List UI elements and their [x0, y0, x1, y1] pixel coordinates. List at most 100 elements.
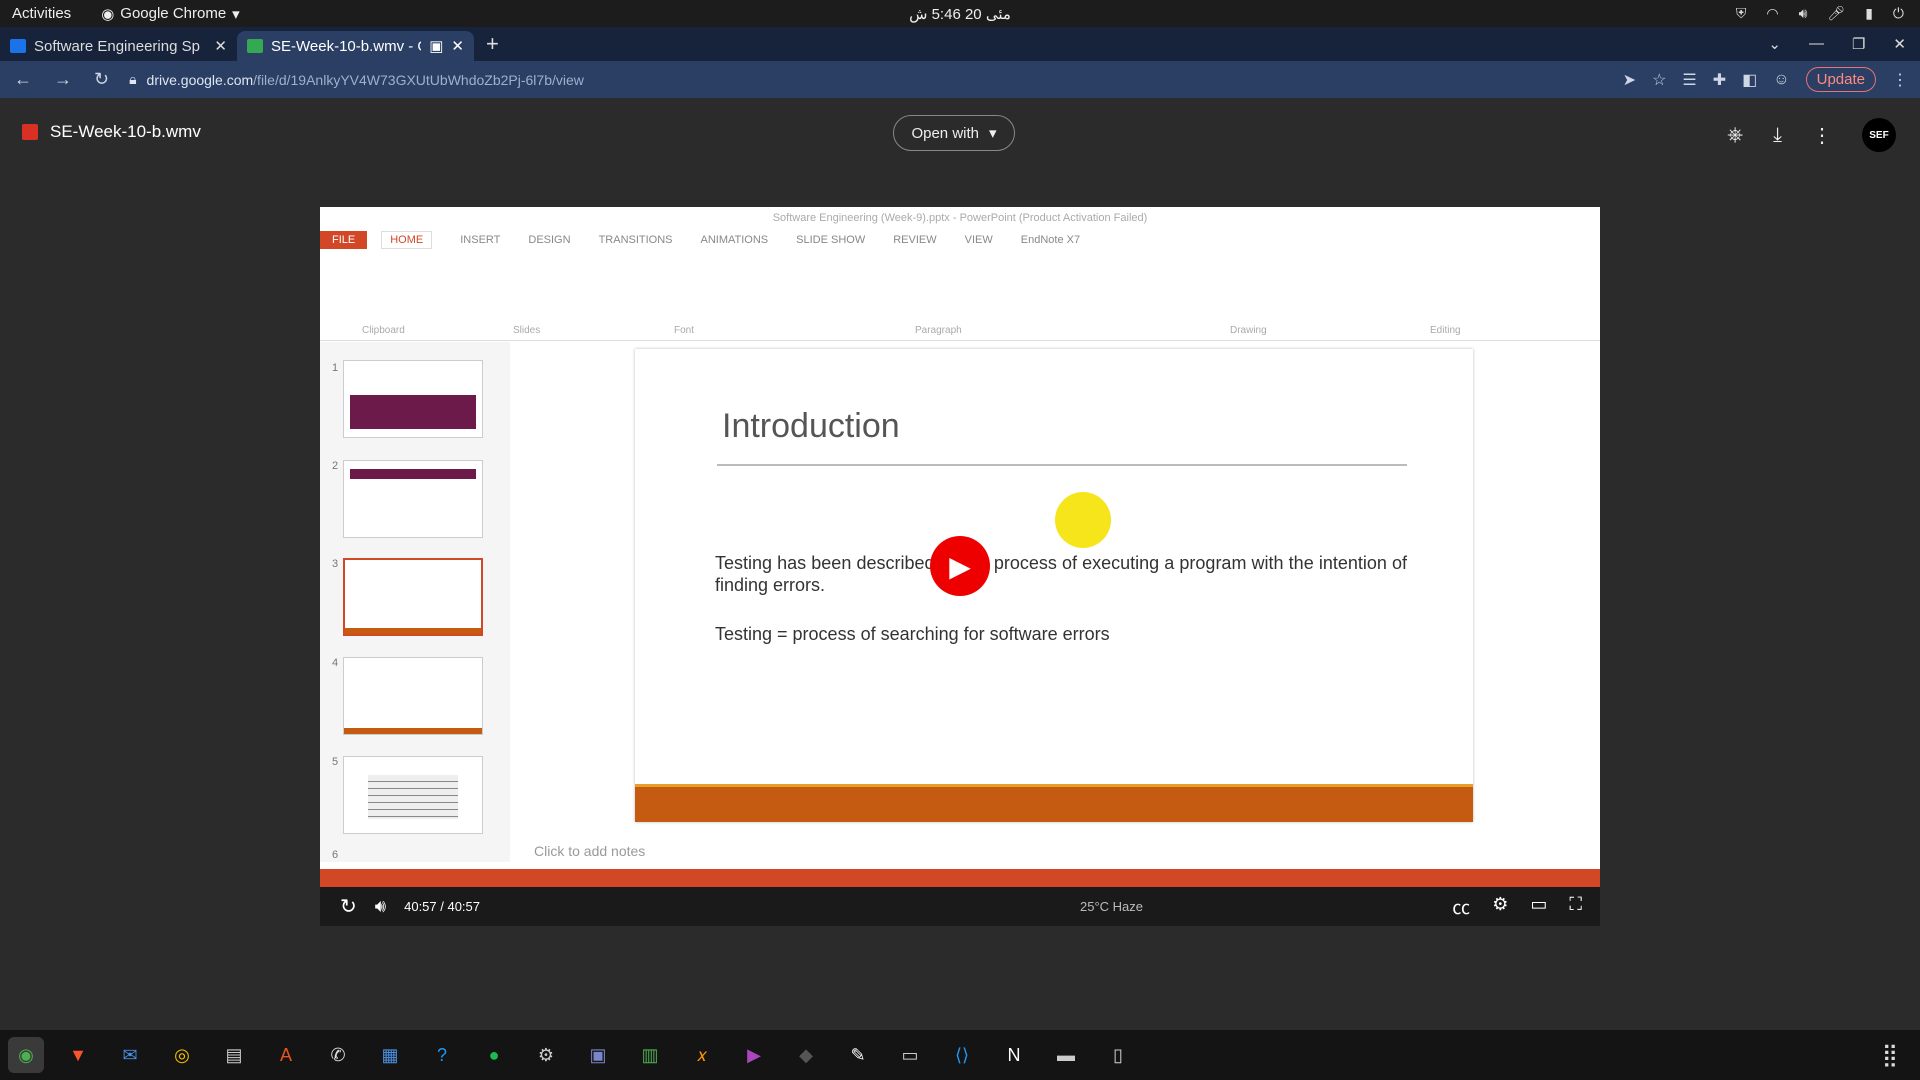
power-icon: ⏻: [1892, 5, 1904, 21]
add-to-drive-icon[interactable]: ⎈: [1727, 124, 1743, 147]
tab-software-engineering[interactable]: Software Engineering Sp ✕: [0, 31, 237, 61]
drive-icon: [247, 39, 263, 53]
vscode-icon[interactable]: ⟨⟩: [944, 1037, 980, 1073]
activities-button[interactable]: Activities: [12, 5, 71, 22]
app-grid-icon[interactable]: ⣿: [1882, 1042, 1898, 1068]
slide-body-text: Testing has been described as the proces…: [715, 553, 1407, 595]
close-icon[interactable]: ✕: [1893, 35, 1906, 53]
chrome-icon: ◉: [101, 5, 115, 23]
browser-tabstrip: Software Engineering Sp ✕ SE-Week-10-b.w…: [0, 27, 1920, 61]
wifi-icon: ◠: [1766, 5, 1779, 21]
software-center-icon[interactable]: A: [268, 1037, 304, 1073]
player-time: 40:57 / 40:57: [404, 899, 481, 914]
thunderbird-icon[interactable]: ✉: [112, 1037, 148, 1073]
volume-icon[interactable]: 🔊︎: [375, 896, 386, 917]
chevron-down-icon: ▾: [989, 125, 997, 142]
scanner-icon[interactable]: ▭: [892, 1037, 928, 1073]
play-button[interactable]: ▶: [930, 536, 990, 596]
replay-icon[interactable]: ↻: [340, 894, 357, 919]
send-icon[interactable]: ➤: [1623, 70, 1636, 90]
app-icon[interactable]: ◆: [788, 1037, 824, 1073]
chevron-down-icon[interactable]: ⌄: [1768, 35, 1781, 53]
star-icon[interactable]: ☆: [1652, 70, 1666, 90]
weather-label: 25°C Haze: [1080, 899, 1144, 914]
slide-canvas: Introduction Testing has been described …: [635, 349, 1473, 822]
rhythmbox-icon[interactable]: ◎: [164, 1037, 200, 1073]
spotify-icon[interactable]: ●: [476, 1037, 512, 1073]
forward-icon[interactable]: →: [54, 69, 72, 90]
restore-icon[interactable]: ❐: [1852, 35, 1865, 53]
ppt-ribbon: Clipboard Slides Font Paragraph Drawing …: [320, 251, 1600, 341]
url-path: /file/d/19AnlkyYV4W73GXUtUbWhdoZb2Pj-6l7…: [253, 71, 584, 88]
system-topbar: Activities ◉ Google Chrome ▾ مئى 20 5:46…: [0, 0, 1920, 27]
volume-icon: 🔊︎: [1798, 5, 1808, 21]
open-with-label: Open with: [911, 124, 979, 142]
ppt-tab: ANIMATIONS: [700, 234, 769, 246]
ribbon-group-label: Font: [674, 325, 695, 336]
chrome-icon[interactable]: ◉: [8, 1037, 44, 1073]
video-player[interactable]: Software Engineering (Week-9).pptx - Pow…: [320, 207, 1600, 926]
address-bar: ← → ↻ 🔒︎ drive.google.com/file/d/19Anlky…: [0, 61, 1920, 98]
slide-thumbnail: [343, 657, 483, 735]
ppt-tab: INSERT: [460, 234, 501, 246]
close-icon[interactable]: ✕: [451, 37, 464, 55]
tab-title: SE-Week-10-b.wmv - G: [271, 37, 422, 55]
captions-icon[interactable]: ㏄: [1452, 894, 1470, 920]
document-icon[interactable]: ▦: [372, 1037, 408, 1073]
profile-icon[interactable]: ☺: [1773, 71, 1789, 89]
extensions-icon[interactable]: ✚: [1713, 70, 1726, 90]
menu-icon[interactable]: ⋮: [1892, 70, 1908, 90]
ribbon-group-label: Slides: [513, 325, 541, 336]
slide-thumbnails: 1 2 3 4 5 6: [320, 342, 510, 862]
ribbon-group-label: Paragraph: [915, 325, 962, 336]
notion-icon[interactable]: N: [996, 1037, 1032, 1073]
taskbar-dock: ◉ ▼ ✉ ◎ ▤ A ✆ ▦ ? ● ⚙ ▣ ▥ 𝑥 ▶ ◆ ✎ ▭ ⟨⟩ N…: [0, 1030, 1920, 1080]
screenshot-icon[interactable]: ▣: [580, 1037, 616, 1073]
ppt-tab: FILE: [320, 231, 368, 249]
update-button[interactable]: Update: [1805, 67, 1876, 92]
url-input[interactable]: 🔒︎ drive.google.com/file/d/19AnlkyYV4W73…: [129, 71, 584, 88]
avatar[interactable]: SEF: [1862, 118, 1896, 152]
back-icon[interactable]: ←: [14, 69, 32, 90]
minimize-icon[interactable]: —: [1809, 35, 1824, 53]
new-tab-button[interactable]: +: [486, 31, 499, 57]
system-tray[interactable]: ⛨ ◠ 🔊︎ 🎤︎ ▮ ⏻: [1736, 5, 1904, 22]
open-with-button[interactable]: Open with ▾: [893, 115, 1015, 151]
screen-share-icon: ▣: [429, 38, 444, 55]
text-editor-icon[interactable]: ✎: [840, 1037, 876, 1073]
ribbon-group-label: Drawing: [1230, 325, 1267, 336]
slide-number: 4: [332, 657, 339, 669]
settings-icon[interactable]: ⚙: [1492, 894, 1508, 920]
theater-icon[interactable]: ▭: [1530, 894, 1547, 920]
download-icon[interactable]: ⤓: [1773, 124, 1782, 147]
monitor-icon[interactable]: ▥: [632, 1037, 668, 1073]
help-icon[interactable]: ?: [424, 1037, 460, 1073]
brave-icon[interactable]: ▼: [60, 1037, 96, 1073]
terminal-icon[interactable]: ▬: [1048, 1037, 1084, 1073]
more-icon[interactable]: ⋮: [1812, 123, 1832, 148]
slide-number: 5: [332, 756, 339, 768]
slide-thumbnail: [343, 460, 483, 538]
whatsapp-icon[interactable]: ✆: [320, 1037, 356, 1073]
ppt-window-title: Software Engineering (Week-9).pptx - Pow…: [320, 207, 1600, 229]
slide-number: 3: [332, 558, 339, 570]
archive-icon[interactable]: ▯: [1100, 1037, 1136, 1073]
app-menu-label: Google Chrome: [120, 5, 227, 22]
sidepanel-icon[interactable]: ◧: [1742, 70, 1757, 90]
files-icon[interactable]: ▤: [216, 1037, 252, 1073]
shield-icon: ⛨: [1735, 5, 1747, 21]
play-icon: ▶: [949, 550, 971, 582]
steam-icon[interactable]: ⚙: [528, 1037, 564, 1073]
fullscreen-icon[interactable]: ⛶: [1569, 894, 1582, 920]
video-file-icon: [22, 124, 38, 140]
reload-icon[interactable]: ↻: [94, 69, 109, 90]
close-icon[interactable]: ✕: [214, 37, 227, 55]
tab-se-week-10[interactable]: SE-Week-10-b.wmv - G ▣ ✕: [237, 31, 474, 61]
ppt-tab: HOME: [381, 231, 433, 249]
app-menu[interactable]: ◉ Google Chrome ▾: [101, 5, 240, 23]
system-clock[interactable]: مئى 20 5:46 ش: [909, 5, 1011, 23]
database-icon[interactable]: ☰: [1682, 70, 1696, 90]
slide-thumbnail-selected: [343, 558, 483, 636]
video-player-icon[interactable]: ▶: [736, 1037, 772, 1073]
formula-icon[interactable]: 𝑥: [684, 1037, 720, 1073]
